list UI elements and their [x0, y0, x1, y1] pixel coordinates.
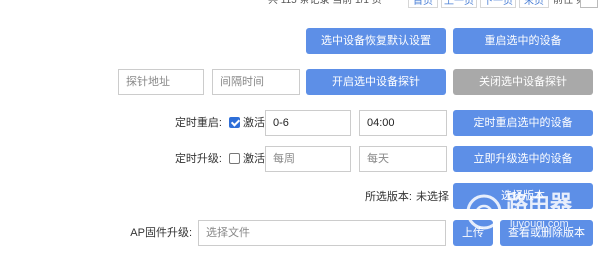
pager-next-link[interactable]: 下一页: [480, 0, 516, 8]
probe-interval-input[interactable]: 间隔时间: [212, 69, 300, 95]
pager-summary: 共 115 条记录 当前 1/1 页: [268, 0, 382, 6]
firmware-file-input[interactable]: 选择文件: [198, 220, 446, 246]
enable-probe-button[interactable]: 开启选中设备探针: [306, 69, 446, 95]
pager-first-link[interactable]: 首页: [408, 0, 438, 8]
restore-default-button[interactable]: 选中设备恢复默认设置: [306, 28, 446, 54]
scheduled-upgrade-label: 定时升级:: [174, 153, 222, 165]
restart-day-input[interactable]: 0-6: [265, 110, 351, 136]
selected-version-label: 所选版本:: [364, 191, 412, 203]
schedule-restart-button[interactable]: 定时重启选中的设备: [453, 110, 593, 136]
scheduled-restart-checkbox[interactable]: [229, 117, 240, 128]
disable-probe-button[interactable]: 关闭选中设备探针: [453, 69, 593, 95]
router-watermark-icon: [466, 194, 502, 230]
watermark-brand: 路由器: [506, 191, 573, 216]
watermark-site: luyouqi.com: [510, 218, 569, 230]
restart-selected-button[interactable]: 重启选中的设备: [453, 28, 593, 54]
pager-page-input[interactable]: [580, 0, 598, 8]
restart-time-input[interactable]: 04:00: [359, 110, 447, 136]
scheduled-upgrade-checkbox[interactable]: [229, 153, 240, 164]
pager-last-link[interactable]: 末页: [519, 0, 549, 8]
upgrade-now-button[interactable]: 立即升级选中的设备: [453, 146, 593, 172]
pager-prev-link[interactable]: 上一页: [441, 0, 477, 8]
scheduled-restart-activate-label: 激活: [243, 117, 265, 129]
scheduled-upgrade-activate-label: 激活: [243, 153, 265, 165]
upgrade-day-input[interactable]: 每天: [359, 146, 447, 172]
firmware-upgrade-label: AP固件升级:: [130, 227, 192, 239]
scheduled-restart-label: 定时重启:: [174, 117, 222, 129]
probe-address-input[interactable]: 探针地址: [118, 69, 204, 95]
selected-version-value: 未选择: [416, 191, 449, 203]
upgrade-week-input[interactable]: 每周: [265, 146, 351, 172]
